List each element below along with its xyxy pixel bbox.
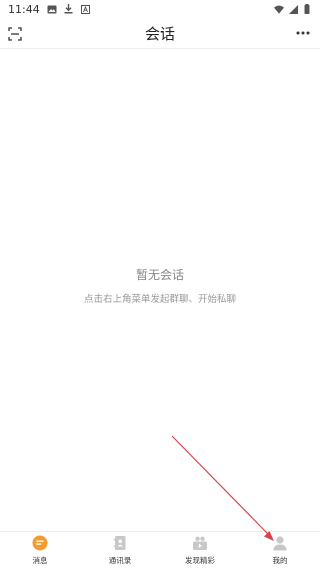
tab-profile[interactable]: 我的 [240,532,320,568]
tab-label-messages: 消息 [32,555,48,565]
status-left: 11:44 [8,3,91,16]
empty-state: 暂无会话 点击右上角菜单发起群聊、开始私聊 [0,266,320,305]
empty-state-hint: 点击右上角菜单发起群聊、开始私聊 [83,294,236,305]
tab-messages[interactable]: 消息 [0,532,80,568]
wifi-icon [274,4,284,14]
image-notification-icon [47,4,57,14]
page-title: 会话 [144,24,175,43]
tab-label-discover: 发现精彩 [185,555,215,565]
tab-contacts[interactable]: 通讯录 [80,532,160,568]
signal-icon [288,4,298,14]
empty-state-title: 暂无会话 [135,268,184,282]
profile-icon [272,535,288,551]
tab-discover[interactable]: 发现精彩 [160,532,240,568]
header: 会话 [0,18,320,48]
battery-icon [302,4,312,14]
more-dot-icon [296,31,300,35]
header-divider [0,48,320,49]
message-icon [32,535,48,551]
download-icon [64,4,74,14]
more-menu-button[interactable] [294,24,312,42]
status-right [274,4,312,14]
discover-icon [192,535,208,551]
app-notification-icon [81,4,91,14]
tab-label-contacts: 通讯录 [108,555,132,565]
status-bar: 11:44 [0,0,320,18]
tab-bar: 消息 通讯录 发现精彩 我的 [0,532,320,568]
status-time: 11:44 [8,2,40,16]
tab-label-profile: 我的 [272,555,288,565]
scan-icon[interactable] [8,26,22,41]
contacts-icon [112,535,128,551]
